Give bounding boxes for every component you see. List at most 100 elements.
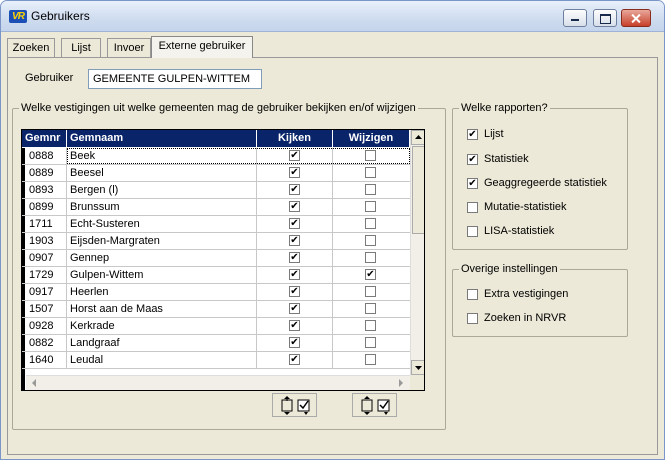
kijken-checkbox[interactable]: ✔ bbox=[289, 320, 300, 331]
gebruiker-label: Gebruiker bbox=[25, 72, 74, 84]
table-row[interactable]: 0893 Bergen (l) ✔ bbox=[22, 182, 410, 199]
wijzigen-checkbox[interactable] bbox=[365, 235, 376, 246]
cell-wijzigen bbox=[333, 301, 410, 317]
gemeenten-grid[interactable]: Gemnr Gemnaam Kijken Wijzigen 0888 Beek ✔ 0… bbox=[21, 129, 425, 391]
cell-gemnaam: Horst aan de Maas bbox=[67, 301, 257, 317]
cell-gemnr: 1640 bbox=[26, 352, 67, 368]
wijzigen-checkbox[interactable] bbox=[365, 252, 376, 263]
table-row[interactable]: 0917 Heerlen ✔ bbox=[22, 284, 410, 301]
wijzigen-checkbox[interactable]: ✔ bbox=[365, 269, 376, 280]
cell-kijken: ✔ bbox=[257, 318, 333, 334]
kijken-checkbox[interactable]: ✔ bbox=[289, 150, 300, 161]
wijzigen-checkbox[interactable] bbox=[365, 150, 376, 161]
rapport-lisa-checkbox[interactable] bbox=[467, 226, 478, 237]
cell-kijken: ✔ bbox=[257, 335, 333, 351]
wijzigen-checkbox[interactable] bbox=[365, 218, 376, 229]
cell-gemnr: 0899 bbox=[26, 199, 67, 215]
kijken-checkbox[interactable]: ✔ bbox=[289, 269, 300, 280]
table-row[interactable]: 1729 Gulpen-Wittem ✔ ✔ bbox=[22, 267, 410, 284]
toggle-kijken-button[interactable] bbox=[272, 393, 317, 417]
rapport-lisa-label[interactable]: LISA-statistiek bbox=[484, 225, 554, 238]
toggle-wijzigen-button[interactable] bbox=[352, 393, 397, 417]
table-row[interactable]: 0888 Beek ✔ bbox=[22, 148, 410, 165]
minimize-button[interactable] bbox=[563, 9, 587, 27]
wijzigen-checkbox[interactable] bbox=[365, 201, 376, 212]
kijken-checkbox[interactable]: ✔ bbox=[289, 235, 300, 246]
kijken-checkbox[interactable]: ✔ bbox=[289, 303, 300, 314]
column-header-gemnr[interactable]: Gemnr bbox=[22, 130, 67, 147]
rapport-mutatie-checkbox[interactable] bbox=[467, 202, 478, 213]
kijken-checkbox[interactable]: ✔ bbox=[289, 201, 300, 212]
kijken-checkbox[interactable]: ✔ bbox=[289, 286, 300, 297]
cell-gemnr: 0893 bbox=[26, 182, 67, 198]
scroll-up-button[interactable] bbox=[411, 130, 424, 145]
kijken-checkbox[interactable]: ✔ bbox=[289, 337, 300, 348]
column-header-wijzigen[interactable]: Wijzigen bbox=[333, 130, 410, 147]
cell-gemnr: 0882 bbox=[26, 335, 67, 351]
horizontal-scrollbar[interactable] bbox=[26, 375, 410, 390]
cell-wijzigen bbox=[333, 148, 410, 164]
rapport-lijst-label[interactable]: Lijst bbox=[484, 128, 504, 141]
column-header-gemnaam[interactable]: Gemnaam bbox=[67, 130, 257, 147]
arrow-down-icon bbox=[415, 366, 422, 370]
tab-invoer[interactable]: Invoer bbox=[107, 38, 151, 57]
tab-lijst[interactable]: Lijst bbox=[61, 38, 101, 57]
arrow-up-icon bbox=[415, 135, 422, 139]
table-row[interactable]: 0928 Kerkrade ✔ bbox=[22, 318, 410, 335]
vertical-scrollbar[interactable] bbox=[410, 130, 424, 375]
wijzigen-checkbox[interactable] bbox=[365, 286, 376, 297]
maximize-button[interactable] bbox=[593, 9, 617, 27]
table-row[interactable]: 0899 Brunssum ✔ bbox=[22, 199, 410, 216]
rapport-statistiek-label[interactable]: Statistiek bbox=[484, 153, 529, 166]
tab-zoeken[interactable]: Zoeken bbox=[7, 38, 55, 57]
zoeken-nrvr-label[interactable]: Zoeken in NRVR bbox=[484, 312, 566, 325]
table-row[interactable]: 0882 Landgraaf ✔ bbox=[22, 335, 410, 352]
kijken-checkbox[interactable]: ✔ bbox=[289, 252, 300, 263]
cell-wijzigen bbox=[333, 182, 410, 198]
arrow-left-icon bbox=[32, 379, 36, 387]
wijzigen-checkbox[interactable] bbox=[365, 303, 376, 314]
tab-externe-gebruiker[interactable]: Externe gebruiker bbox=[151, 36, 253, 58]
table-row[interactable]: 1711 Echt-Susteren ✔ bbox=[22, 216, 410, 233]
cell-gemnaam: Gulpen-Wittem bbox=[67, 267, 257, 283]
close-button[interactable] bbox=[621, 9, 651, 27]
wijzigen-checkbox[interactable] bbox=[365, 184, 376, 195]
toggle-all-checkbox-icon bbox=[281, 396, 310, 415]
zoeken-nrvr-checkbox[interactable] bbox=[467, 313, 478, 324]
wijzigen-checkbox[interactable] bbox=[365, 320, 376, 331]
cell-gemnaam: Heerlen bbox=[67, 284, 257, 300]
close-icon bbox=[622, 10, 650, 26]
rapporten-group: Welke rapporten? ✔ Lijst ✔ Statistiek ✔ … bbox=[452, 102, 628, 250]
scroll-thumb[interactable] bbox=[412, 146, 424, 234]
wijzigen-checkbox[interactable] bbox=[365, 354, 376, 365]
title-bar[interactable]: VR Gebruikers bbox=[1, 1, 664, 32]
gebruiker-field[interactable]: GEMEENTE GULPEN-WITTEM bbox=[88, 69, 262, 89]
cell-gemnaam: Landgraaf bbox=[67, 335, 257, 351]
rapport-geaggregeerde-checkbox[interactable]: ✔ bbox=[467, 178, 478, 189]
table-row[interactable]: 1903 Eijsden-Margraten ✔ bbox=[22, 233, 410, 250]
cell-wijzigen bbox=[333, 284, 410, 300]
table-row[interactable]: 1507 Horst aan de Maas ✔ bbox=[22, 301, 410, 318]
kijken-checkbox[interactable]: ✔ bbox=[289, 354, 300, 365]
extra-vestigingen-label[interactable]: Extra vestigingen bbox=[484, 288, 568, 301]
kijken-checkbox[interactable]: ✔ bbox=[289, 167, 300, 178]
wijzigen-checkbox[interactable] bbox=[365, 167, 376, 178]
kijken-checkbox[interactable]: ✔ bbox=[289, 218, 300, 229]
kijken-checkbox[interactable]: ✔ bbox=[289, 184, 300, 195]
rapport-statistiek-checkbox[interactable]: ✔ bbox=[467, 154, 478, 165]
wijzigen-checkbox[interactable] bbox=[365, 337, 376, 348]
rapport-geaggregeerde-label[interactable]: Geaggregeerde statistiek bbox=[484, 177, 607, 190]
rapport-lijst-checkbox[interactable]: ✔ bbox=[467, 129, 478, 140]
table-row[interactable]: 0907 Gennep ✔ bbox=[22, 250, 410, 267]
arrow-right-icon bbox=[399, 379, 403, 387]
table-row[interactable]: 0889 Beesel ✔ bbox=[22, 165, 410, 182]
app-logo-icon: VR bbox=[9, 10, 27, 23]
cell-gemnaam: Brunssum bbox=[67, 199, 257, 215]
column-header-kijken[interactable]: Kijken bbox=[257, 130, 333, 147]
rapport-mutatie-label[interactable]: Mutatie-statistiek bbox=[484, 201, 567, 214]
cell-gemnr: 1507 bbox=[26, 301, 67, 317]
table-row[interactable]: 1640 Leudal ✔ bbox=[22, 352, 410, 369]
extra-vestigingen-checkbox[interactable] bbox=[467, 289, 478, 300]
scroll-down-button[interactable] bbox=[411, 360, 424, 375]
cell-kijken: ✔ bbox=[257, 301, 333, 317]
